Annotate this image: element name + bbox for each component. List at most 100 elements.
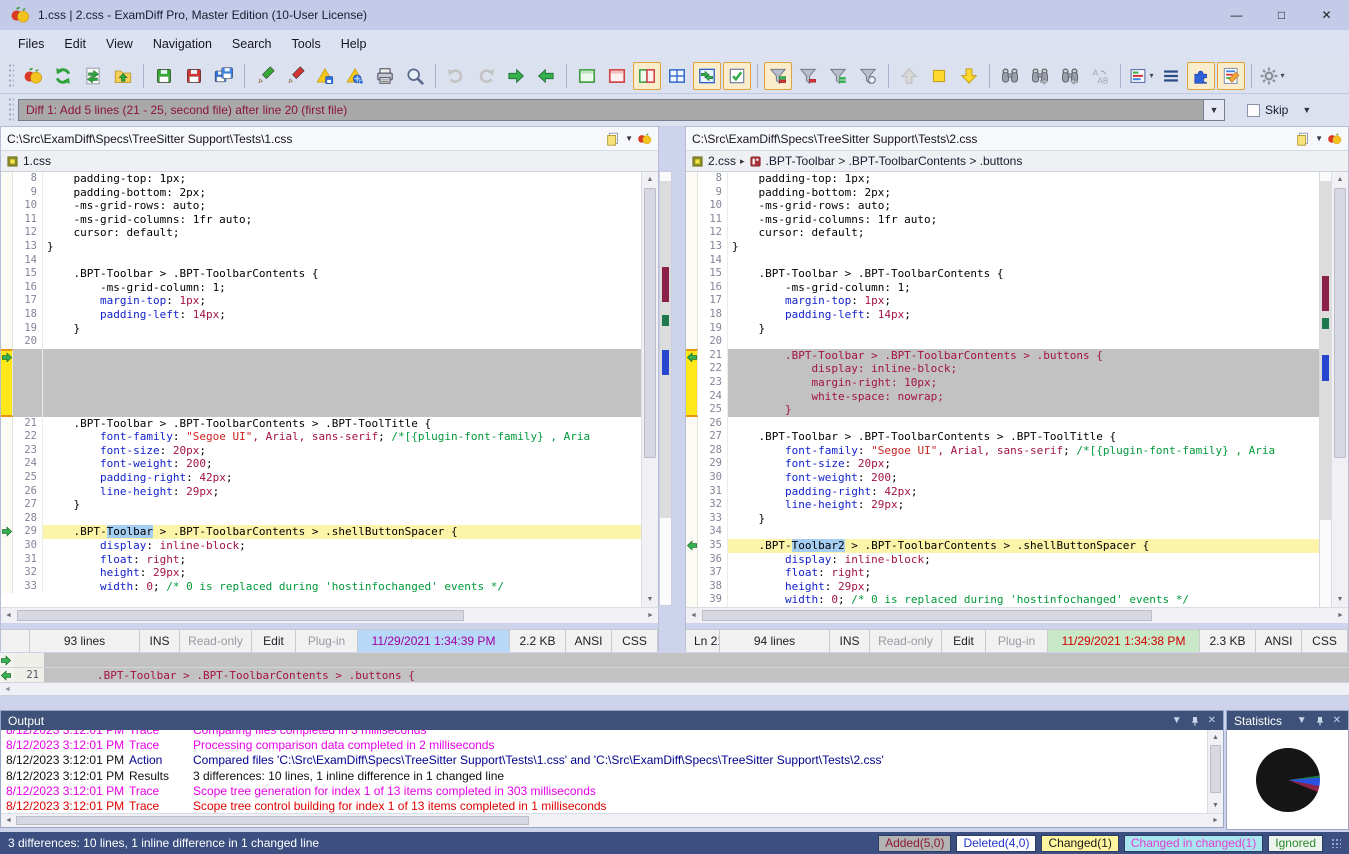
- menu-item-files[interactable]: Files: [8, 33, 54, 55]
- filter-added-button[interactable]: [824, 62, 852, 90]
- scrollbar-thumb[interactable]: [1210, 745, 1221, 793]
- toolbar-grip[interactable]: [8, 63, 14, 89]
- save-all-button[interactable]: [210, 62, 238, 90]
- code-line[interactable]: 26 line-height: 29px;: [1, 485, 641, 499]
- code-line[interactable]: 33 width: 0; /* 0 is replaced during 'ho…: [1, 580, 641, 594]
- save-second-button[interactable]: [180, 62, 208, 90]
- code-line[interactable]: 39 width: 0; /* 0 is replaced during 'ho…: [686, 593, 1319, 607]
- output-row[interactable]: 8/12/2023 3:12:01 PMTraceScope tree cont…: [1, 799, 1207, 813]
- status-segment[interactable]: Read-only: [180, 630, 252, 652]
- menu-item-edit[interactable]: Edit: [54, 33, 96, 55]
- status-segment[interactable]: Plug-in: [986, 630, 1048, 652]
- scrollbar-thumb[interactable]: [1334, 188, 1346, 458]
- current-diff-row[interactable]: 21 .BPT-Toolbar > .BPT-ToolbarContents >…: [0, 668, 1349, 683]
- breadcrumb-node-path[interactable]: .BPT-Toolbar > .BPT-ToolbarContents > .b…: [766, 154, 1023, 168]
- status-segment[interactable]: 93 lines: [30, 630, 140, 652]
- plugins-button[interactable]: [1187, 62, 1215, 90]
- code-line[interactable]: 25 padding-right: 42px;: [1, 471, 641, 485]
- code-line[interactable]: 31 float: right;: [1, 553, 641, 567]
- code-line[interactable]: 20: [686, 335, 1319, 349]
- code-line[interactable]: 28 font-family: "Segoe UI", Arial, sans-…: [686, 444, 1319, 458]
- status-segment[interactable]: 2.3 KB: [1200, 630, 1256, 652]
- code-line[interactable]: 16 -ms-grid-column: 1;: [686, 281, 1319, 295]
- scroll-left-icon[interactable]: ◄: [1, 612, 16, 619]
- filter-all-button[interactable]: [764, 62, 792, 90]
- code-line[interactable]: 16 -ms-grid-column: 1;: [1, 281, 641, 295]
- close-button[interactable]: ✕: [1304, 0, 1349, 30]
- next-diff-button[interactable]: [955, 62, 983, 90]
- copy-block-left-icon[interactable]: [0, 670, 12, 681]
- first-file-horizontal-scrollbar[interactable]: ◄ ►: [1, 607, 658, 623]
- code-line[interactable]: 9 padding-bottom: 2px;: [1, 186, 641, 200]
- code-line[interactable]: 33 }: [686, 512, 1319, 526]
- status-segment[interactable]: Edit: [252, 630, 296, 652]
- close-icon[interactable]: ✕: [1208, 715, 1216, 726]
- code-line[interactable]: 17 margin-top: 1px;: [686, 294, 1319, 308]
- code-line[interactable]: 11 -ms-grid-columns: 1fr auto;: [1, 213, 641, 227]
- diff-map-mark[interactable]: [662, 267, 669, 302]
- badge-deleted[interactable]: Deleted(4,0): [956, 835, 1036, 852]
- code-line[interactable]: 10 -ms-grid-rows: auto;: [1, 199, 641, 213]
- scroll-left-icon[interactable]: ◄: [1, 817, 16, 824]
- copy-block-right-icon[interactable]: [0, 655, 12, 666]
- copy-path-icon[interactable]: [605, 131, 621, 147]
- chevron-down-icon[interactable]: ▼: [1297, 715, 1307, 726]
- code-line[interactable]: 38 height: 29px;: [686, 580, 1319, 594]
- breadcrumb-file-label[interactable]: 1.css: [23, 154, 51, 168]
- code-line[interactable]: 28: [1, 512, 641, 526]
- open-file-button[interactable]: [109, 62, 137, 90]
- output-horizontal-scrollbar[interactable]: ◄ ►: [1, 813, 1223, 827]
- scroll-down-icon[interactable]: ▼: [1208, 798, 1223, 813]
- pin-icon[interactable]: [1315, 716, 1325, 726]
- scroll-right-icon[interactable]: ►: [1333, 612, 1348, 619]
- code-line[interactable]: 37 float: right;: [686, 566, 1319, 580]
- diff-map-mark[interactable]: [662, 350, 669, 376]
- output-row[interactable]: 8/12/2023 3:12:01 PMTraceComparing files…: [1, 730, 1207, 738]
- status-segment[interactable]: CSS: [612, 630, 658, 652]
- output-row[interactable]: 8/12/2023 3:12:01 PMTraceScope tree gene…: [1, 784, 1207, 799]
- status-segment[interactable]: ANSI: [566, 630, 612, 652]
- maximize-button[interactable]: □: [1259, 0, 1304, 30]
- code-line[interactable]: 27 }: [1, 498, 641, 512]
- status-segment[interactable]: Ln 21, Col 1: [686, 630, 720, 652]
- grid-view-button[interactable]: [663, 62, 691, 90]
- code-line[interactable]: 21 .BPT-Toolbar > .BPT-ToolbarContents >…: [686, 349, 1319, 363]
- scroll-up-icon[interactable]: ▲: [1332, 172, 1348, 187]
- current-diff-scrollbar[interactable]: ◄: [0, 683, 1349, 696]
- status-segment[interactable]: Plug-in: [296, 630, 358, 652]
- menu-item-view[interactable]: View: [96, 33, 143, 55]
- status-segment[interactable]: 94 lines: [720, 630, 830, 652]
- code-line[interactable]: 24 font-weight: 200;: [1, 457, 641, 471]
- scroll-right-icon[interactable]: ►: [643, 612, 658, 619]
- code-line[interactable]: 29 font-size: 20px;: [686, 457, 1319, 471]
- filter-deleted-button[interactable]: [794, 62, 822, 90]
- filter-search-button[interactable]: [854, 62, 882, 90]
- code-line[interactable]: 27 .BPT-Toolbar > .BPT-ToolbarContents >…: [686, 430, 1319, 444]
- status-segment[interactable]: ANSI: [1256, 630, 1302, 652]
- settings-button[interactable]: ▾: [1258, 62, 1286, 90]
- code-line[interactable]: 35 .BPT-Toolbar2 > .BPT-ToolbarContents …: [686, 539, 1319, 553]
- diff-map-mark[interactable]: [662, 315, 669, 326]
- split-view-button[interactable]: [633, 62, 661, 90]
- copy-block-left-icon[interactable]: [686, 352, 698, 363]
- code-line[interactable]: 23 font-size: 20px;: [1, 444, 641, 458]
- code-line[interactable]: 13}: [1, 240, 641, 254]
- badge-changed[interactable]: Changed(1): [1041, 835, 1118, 852]
- code-line[interactable]: 21 .BPT-Toolbar > .BPT-ToolbarContents >…: [1, 417, 641, 431]
- preview-button[interactable]: [401, 62, 429, 90]
- code-line[interactable]: [1, 390, 641, 404]
- current-diff-combo[interactable]: Diff 1: Add 5 lines (21 - 25, second fil…: [18, 99, 1203, 121]
- pin-icon[interactable]: [1190, 716, 1200, 726]
- chevron-down-icon[interactable]: ▼: [1172, 715, 1182, 726]
- code-line[interactable]: 22 display: inline-block;: [686, 362, 1319, 376]
- breadcrumb-file-label[interactable]: 2.css: [708, 154, 736, 168]
- diff-map-mark[interactable]: [1322, 276, 1329, 311]
- line-inspector-button[interactable]: [1157, 62, 1185, 90]
- code-line[interactable]: 20: [1, 335, 641, 349]
- find-button[interactable]: [996, 62, 1024, 90]
- code-line[interactable]: 15 .BPT-Toolbar > .BPT-ToolbarContents {: [686, 267, 1319, 281]
- first-file-editor[interactable]: 8 padding-top: 1px;9 padding-bottom: 2px…: [1, 172, 658, 607]
- code-line[interactable]: 36 display: inline-block;: [686, 553, 1319, 567]
- path-dropdown-icon[interactable]: ▼: [625, 134, 633, 143]
- code-line[interactable]: 22 font-family: "Segoe UI", Arial, sans-…: [1, 430, 641, 444]
